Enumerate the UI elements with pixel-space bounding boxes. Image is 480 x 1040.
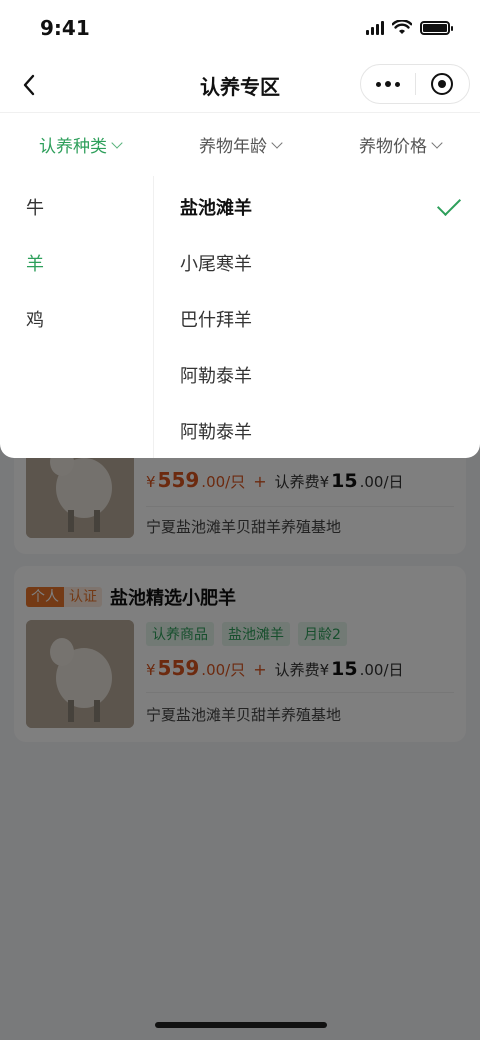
breed-option-label: 盐池滩羊 [180,198,252,219]
filter-tab-label: 养物价格 [359,137,427,157]
filter-bar: 认养种类 养物年龄 养物价格 [0,112,480,176]
chevron-down-icon [271,136,283,149]
chevron-down-icon [431,136,443,149]
status-time: 9:41 [40,16,90,40]
signal-icon [366,20,384,35]
status-icons [366,20,453,35]
close-mini-program-button[interactable] [415,65,469,103]
breed-option[interactable]: 小尾寒羊 [180,250,460,276]
wifi-icon [392,20,412,34]
category-sheep[interactable]: 羊 [26,250,44,276]
status-bar: 9:41 [0,0,480,58]
breed-option[interactable]: 盐池滩羊 [180,191,462,220]
breed-option-label: 小尾寒羊 [180,254,252,275]
filter-tab-age[interactable]: 养物年龄 [160,113,320,176]
breed-option[interactable]: 阿勒泰羊 [180,418,460,444]
category-column: 牛 羊 鸡 [0,176,154,458]
breed-option[interactable]: 阿勒泰羊 [180,362,460,388]
check-icon [436,191,462,217]
breed-option[interactable]: 巴什拜羊 [180,306,460,332]
home-indicator [155,1022,327,1028]
breed-option-label: 巴什拜羊 [180,310,252,331]
filter-tab-type[interactable]: 认养种类 [0,113,160,176]
more-button[interactable] [361,65,415,103]
filter-tab-price[interactable]: 养物价格 [320,113,480,176]
battery-icon [420,20,453,35]
breed-option-label: 阿勒泰羊 [180,366,252,387]
category-cattle[interactable]: 牛 [26,194,44,220]
nav-bar: 认养专区 [0,58,480,112]
type-dropdown: 牛 羊 鸡 盐池滩羊 小尾寒羊 巴什拜羊 阿勒泰羊 阿勒泰羊 [0,176,480,458]
chevron-down-icon [111,136,123,149]
breed-option-label: 阿勒泰羊 [180,422,252,443]
filter-tab-label: 认养种类 [39,137,107,157]
filter-tab-label: 养物年龄 [199,137,267,157]
target-icon [431,73,454,95]
mini-program-capsule [360,64,470,104]
category-chicken[interactable]: 鸡 [26,306,44,332]
